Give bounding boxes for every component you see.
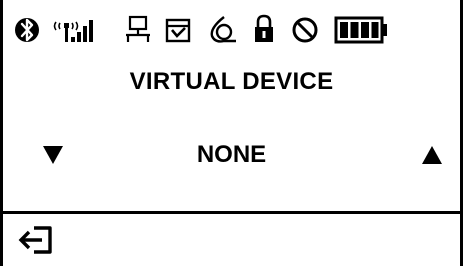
media-roll-icon <box>210 16 236 43</box>
current-value: NONE <box>196 141 267 168</box>
value-selector: NONE <box>0 139 463 173</box>
prohibited-icon <box>292 17 318 43</box>
exit-icon[interactable] <box>16 222 56 258</box>
document-tray-icon <box>165 18 191 43</box>
display-frame-left <box>0 0 3 266</box>
next-value-arrow-icon[interactable] <box>418 142 446 168</box>
network-icon <box>126 15 150 42</box>
bluetooth-icon <box>15 18 39 42</box>
footer-divider <box>0 211 463 214</box>
wireless-signal-icon <box>53 20 93 42</box>
battery-icon <box>334 16 387 44</box>
menu-title: VIRTUAL DEVICE <box>129 68 334 95</box>
status-bar <box>14 10 456 50</box>
printer-display: VIRTUAL DEVICE NONE <box>0 0 463 266</box>
lock-icon <box>255 14 273 42</box>
